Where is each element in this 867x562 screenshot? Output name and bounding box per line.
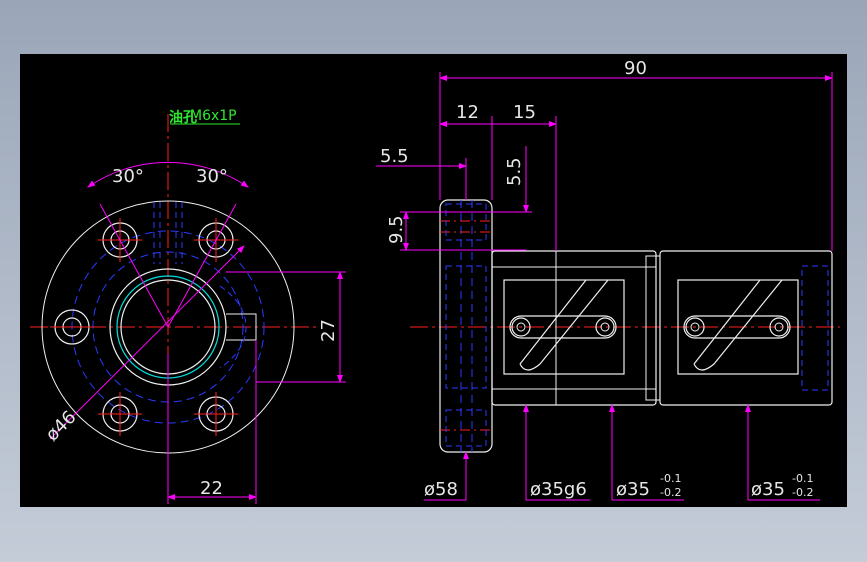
dim-5_5-label: 5.5	[380, 146, 409, 167]
dim-9_5-label: 9.5	[386, 215, 407, 244]
dia-35-mid-tol-lower: -0.2	[660, 486, 681, 499]
front-view: 30° 30° 油孔 M6x1P 27 22 ø46	[30, 108, 346, 504]
dia-35-end-tol-lower: -0.2	[792, 486, 813, 499]
dim-90-label: 90	[624, 58, 647, 79]
angle-ray-left	[99, 203, 169, 328]
flange-hidden-top	[445, 203, 487, 241]
dia-35-end-tol-upper: -0.1	[792, 472, 813, 485]
dim-46-label: ø46	[42, 407, 81, 446]
side-view: 90 12 15 5.5 5.5 9.5 ø58 ø35g6 ø35 -0.1 …	[376, 58, 840, 501]
bolt-hole-bottom-left	[98, 392, 142, 436]
dia-35g6-label: ø35g6	[530, 479, 587, 500]
thread-spec-label: M6x1P	[190, 108, 237, 124]
return-tube-2-diag	[693, 279, 783, 371]
dia-58-label: ø58	[424, 479, 458, 500]
angle-left-label: 30°	[112, 166, 144, 187]
flange-body	[439, 199, 493, 453]
dia-35-mid-label: ø35	[616, 479, 650, 500]
dim-5_5v-label: 5.5	[504, 157, 525, 186]
flange-hidden-bottom	[445, 409, 487, 447]
groove	[645, 255, 661, 401]
dim-27-label: 27	[318, 319, 339, 342]
angle-right-label: 30°	[196, 166, 228, 187]
dia-35-mid-tol-upper: -0.1	[660, 472, 681, 485]
bolt-hole-left	[50, 309, 94, 345]
return-tube-1-diag	[519, 279, 609, 371]
angle-ray-right	[167, 203, 237, 328]
dim-12-label: 12	[456, 102, 479, 123]
drawing-viewport[interactable]: 30° 30° 油孔 M6x1P 27 22 ø46 90 12 15 5.5 …	[20, 54, 847, 507]
dim-15-label: 15	[513, 102, 536, 123]
dia-35-end-label: ø35	[751, 479, 785, 500]
dim-22-label: 22	[200, 478, 223, 499]
cad-drawing: 30° 30° 油孔 M6x1P 27 22 ø46 90 12 15 5.5 …	[30, 58, 840, 504]
end-hidden	[801, 265, 829, 391]
nut-body-1	[491, 250, 657, 406]
